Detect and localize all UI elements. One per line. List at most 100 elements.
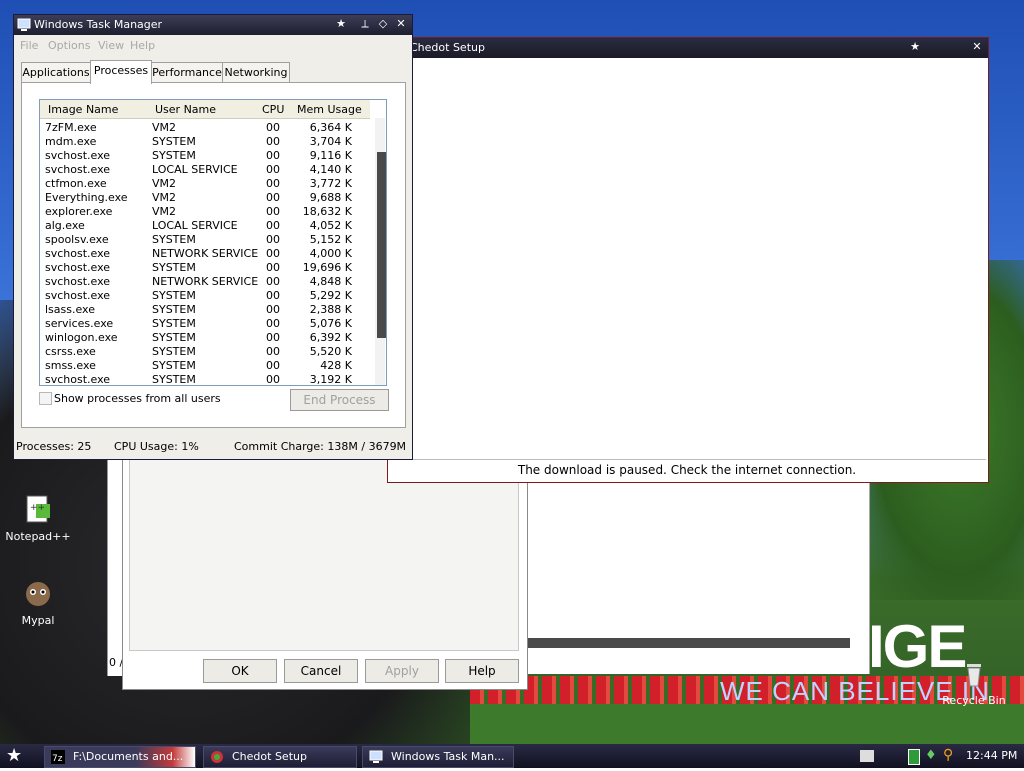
star-icon[interactable]: ★ [334,17,348,31]
ok-button[interactable]: OK [203,659,277,683]
table-row[interactable]: lsass.exe SYSTEM 00 2,388 K [40,303,370,317]
cancel-button[interactable]: Cancel [284,659,358,683]
table-row[interactable]: svchost.exe LOCAL SERVICE 00 4,140 K [40,163,370,177]
column-user-name[interactable]: User Name [155,103,216,116]
task-manager-window: Windows Task Manager ★ ⟂ ◇ ✕ File Option… [13,14,413,460]
table-row[interactable]: svchost.exe SYSTEM 00 19,696 K [40,261,370,275]
apply-button[interactable]: Apply [365,659,439,683]
tab-processes[interactable]: Processes [90,60,152,84]
column-mem-usage[interactable]: Mem Usage [297,103,362,116]
show-all-processes-label: Show processes from all users [54,392,221,405]
process-cpu: 00 [266,205,280,218]
scrollbar-thumb[interactable] [377,152,386,338]
process-image-name: explorer.exe [45,205,113,218]
process-list[interactable]: Image Name User Name CPU Mem Usage 7zFM.… [39,99,387,386]
process-cpu: 00 [266,359,280,372]
background-scrollbar[interactable] [526,638,850,648]
keyboard-icon[interactable] [860,750,874,762]
menu-view[interactable]: View [98,39,124,52]
table-row[interactable]: svchost.exe NETWORK SERVICE 00 4,848 K [40,275,370,289]
7zip-icon: 7z [51,750,65,764]
tab-performance[interactable]: Performance [151,62,223,83]
table-row[interactable]: svchost.exe NETWORK SERVICE 00 4,000 K [40,247,370,261]
process-image-name: alg.exe [45,219,85,232]
table-row[interactable]: explorer.exe VM2 00 18,632 K [40,205,370,219]
task-manager-titlebar[interactable]: Windows Task Manager ★ ⟂ ◇ ✕ [14,15,412,35]
start-star-icon[interactable]: ★ [6,746,22,766]
process-mem-usage: 9,116 K [309,149,352,162]
table-row[interactable]: spoolsv.exe SYSTEM 00 5,152 K [40,233,370,247]
status-bar: Processes: 25 CPU Usage: 1% Commit Charg… [14,435,410,457]
menu-file[interactable]: File [20,39,38,52]
table-row[interactable]: alg.exe LOCAL SERVICE 00 4,052 K [40,219,370,233]
network-icon[interactable]: ♦ [925,748,937,763]
taskbar-button-chedot[interactable]: Chedot Setup [203,746,357,768]
process-user-name: VM2 [152,121,177,134]
end-process-button[interactable]: End Process [290,389,389,411]
menu-options[interactable]: Options [48,39,90,52]
table-row[interactable]: svchost.exe SYSTEM 00 9,116 K [40,149,370,163]
process-image-name: 7zFM.exe [45,121,97,134]
process-mem-usage: 3,192 K [309,373,352,386]
status-commit-charge: Commit Charge: 138M / 3679M [234,440,407,453]
taskbar-button-label: Chedot Setup [232,750,307,763]
table-row[interactable]: winlogon.exe SYSTEM 00 6,392 K [40,331,370,345]
desktop-icon-label: Recycle Bin [942,694,1006,707]
clock[interactable]: 12:44 PM [966,749,1017,762]
column-cpu[interactable]: CPU [262,103,284,116]
process-image-name: spoolsv.exe [45,233,109,246]
column-image-name[interactable]: Image Name [48,103,118,116]
process-cpu: 00 [266,191,280,204]
process-image-name: svchost.exe [45,149,111,162]
process-image-name: svchost.exe [45,247,111,260]
show-all-processes-checkbox[interactable] [39,392,52,405]
process-cpu: 00 [266,303,280,316]
table-row[interactable]: smss.exe SYSTEM 00 428 K [40,359,370,373]
process-list-header: Image Name User Name CPU Mem Usage [40,100,370,119]
status-cpu-usage: CPU Usage: 1% [114,440,199,453]
desktop-icon-notepadpp[interactable]: ++ Notepad++ [2,494,74,543]
task-manager-icon [17,18,31,32]
tab-networking[interactable]: Networking [222,62,290,83]
process-user-name: SYSTEM [152,135,196,148]
search-icon[interactable]: ⚲ [943,747,953,763]
desktop-icon-mypal[interactable]: Mypal [2,578,74,627]
close-icon[interactable]: ✕ [970,40,984,54]
table-row[interactable]: csrss.exe SYSTEM 00 5,520 K [40,345,370,359]
menu-bar: File Options View Help [14,36,410,54]
process-mem-usage: 19,696 K [302,261,352,274]
close-icon[interactable]: ✕ [394,17,408,31]
taskbar-button-task-manager[interactable]: Windows Task Man... [362,746,514,768]
process-user-name: NETWORK SERVICE [152,247,259,260]
help-button[interactable]: Help [445,659,519,683]
battery-icon[interactable] [908,749,920,765]
process-mem-usage: 3,772 K [309,177,352,190]
menu-help[interactable]: Help [130,39,155,52]
taskbar-button-label: F:\Documents and... [73,750,184,763]
chedot-titlebar[interactable]: Chedot Setup ★ ✕ [388,38,988,58]
table-row[interactable]: mdm.exe SYSTEM 00 3,704 K [40,135,370,149]
process-cpu: 00 [266,261,280,274]
properties-dialog: OK Cancel Apply Help [122,450,528,690]
minimize-icon[interactable]: ⟂ [358,17,372,31]
process-user-name: LOCAL SERVICE [152,163,238,176]
table-row[interactable]: Everything.exe VM2 00 9,688 K [40,191,370,205]
download-status: The download is paused. Check the intern… [388,459,986,480]
wallpaper-lawn [470,704,1024,744]
table-row[interactable]: services.exe SYSTEM 00 5,076 K [40,317,370,331]
table-row[interactable]: 7zFM.exe VM2 00 6,364 K [40,121,370,135]
maximize-icon[interactable]: ◇ [376,17,390,31]
process-image-name: csrss.exe [45,345,96,358]
desktop-icon-recycle-bin[interactable]: Recycle Bin [938,658,1010,707]
tab-applications[interactable]: Applications [21,62,91,83]
process-cpu: 00 [266,233,280,246]
svg-text:7z: 7z [52,754,63,764]
star-icon[interactable]: ★ [908,40,922,54]
table-row[interactable]: svchost.exe SYSTEM 00 5,292 K [40,289,370,303]
taskbar-button-folder[interactable]: 7z F:\Documents and... [44,746,196,768]
process-image-name: svchost.exe [45,289,111,302]
table-row[interactable]: svchost.exe SYSTEM 00 3,192 K [40,373,370,386]
process-mem-usage: 3,704 K [309,135,352,148]
table-row[interactable]: ctfmon.exe VM2 00 3,772 K [40,177,370,191]
process-mem-usage: 4,052 K [309,219,352,232]
